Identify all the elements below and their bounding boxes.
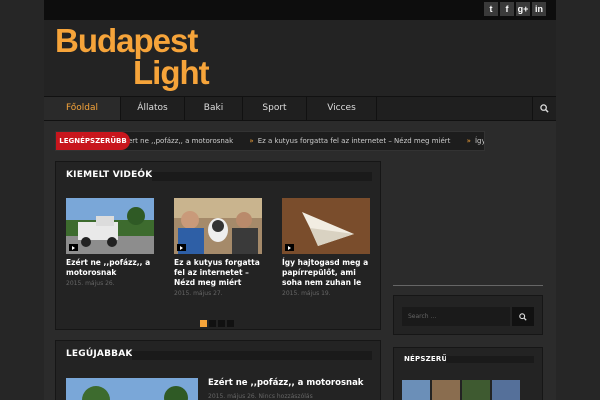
video-card[interactable]: Ez a kutyus forgatta fel az internetet –… xyxy=(174,198,262,297)
popular-title: NÉPSZERŰ xyxy=(404,355,448,363)
chevron-right-icon: » xyxy=(249,137,254,145)
site-header: Budapest Light xyxy=(44,20,556,96)
video-thumbnail[interactable] xyxy=(174,198,262,254)
featured-videos-title: KIEMELT VIDEÓK xyxy=(66,170,153,180)
ticker-item[interactable]: ert ne ,,pofázz,, a motorosnak xyxy=(128,137,233,145)
page: t f g+ in Budapest Light Főoldal Állatos… xyxy=(44,0,556,400)
chevron-right-icon: » xyxy=(466,137,471,145)
video-date: 2015. május 26. xyxy=(66,280,115,287)
nav-item-fooldal[interactable]: Főoldal xyxy=(44,97,121,120)
popular-thumbnail[interactable] xyxy=(402,380,430,400)
popular-thumbnail[interactable] xyxy=(462,380,490,400)
video-date: 2015. május 27. xyxy=(174,290,223,297)
nav-item-vicces[interactable]: Vicces xyxy=(307,97,377,120)
sidebar-search: Search ... xyxy=(393,295,543,335)
featured-videos-panel: KIEMELT VIDEÓK Ezért ne ,,pofázz,, a mot… xyxy=(55,161,381,330)
paper-plane-image xyxy=(282,198,370,254)
sidebar-search-button[interactable] xyxy=(512,307,534,326)
popular-panel: NÉPSZERŰ xyxy=(393,347,543,400)
carousel-dots xyxy=(200,320,234,327)
video-thumbnail[interactable] xyxy=(66,198,154,254)
video-title[interactable]: Ezért ne ,,pofázz,, a motorosnak xyxy=(66,258,154,278)
logo-line-1: Budapest xyxy=(55,22,198,59)
latest-item-meta: 2015. május 26. Nincs hozzászólás xyxy=(208,393,313,400)
latest-item-title[interactable]: Ezért ne ,,pofázz,, a motorosnak xyxy=(208,378,363,388)
ticker-item[interactable]: Így hajtoga xyxy=(475,137,484,145)
video-title[interactable]: Így hajtogasd meg a papírrepülőt, ami so… xyxy=(282,258,370,288)
popular-thumbnail[interactable] xyxy=(492,380,520,400)
google-plus-icon[interactable]: g+ xyxy=(516,2,530,16)
carousel-dot[interactable] xyxy=(200,320,207,327)
nav-search-button[interactable] xyxy=(532,97,556,120)
ticker-item[interactable]: Ez a kutyus forgatta fel az internetet –… xyxy=(258,137,451,145)
video-date: 2015. május 19. xyxy=(282,290,331,297)
ticker-track: ert ne ,,pofázz,, a motorosnak » Ez a kut… xyxy=(128,132,484,150)
news-ticker: LEGNÉPSZERŰBB ert ne ,,pofázz,, a motoro… xyxy=(55,131,485,151)
title-divider xyxy=(152,172,372,181)
facebook-icon[interactable]: f xyxy=(500,2,514,16)
car-scene-image xyxy=(66,198,154,254)
logo-line-2: Light xyxy=(133,54,210,91)
nav-item-sport[interactable]: Sport xyxy=(243,97,307,120)
site-logo[interactable]: Budapest Light xyxy=(55,24,215,92)
search-icon xyxy=(519,312,527,321)
nav-item-allatos[interactable]: Állatos xyxy=(121,97,185,120)
video-thumbnail[interactable] xyxy=(282,198,370,254)
latest-thumbnail[interactable] xyxy=(66,378,198,400)
carousel-dot[interactable] xyxy=(209,320,216,327)
ticker-badge: LEGNÉPSZERŰBB xyxy=(56,132,130,150)
popular-thumbnail[interactable] xyxy=(432,380,460,400)
play-icon xyxy=(285,244,294,251)
linkedin-icon[interactable]: in xyxy=(532,2,546,16)
latest-panel: LEGÚJABBAK Ezért ne ,,pofázz,, a motoros… xyxy=(55,340,381,400)
sidebar-search-input[interactable]: Search ... xyxy=(402,307,510,326)
search-icon xyxy=(540,104,549,113)
main-nav: Főoldal Állatos Baki Sport Vicces xyxy=(44,96,556,121)
sidebar-widget-area xyxy=(393,158,543,286)
play-icon xyxy=(69,244,78,251)
dog-selfie-image xyxy=(174,198,262,254)
top-bar: t f g+ in xyxy=(44,0,556,20)
latest-title: LEGÚJABBAK xyxy=(66,349,133,359)
car-scene-image xyxy=(66,378,198,400)
carousel-dot[interactable] xyxy=(227,320,234,327)
title-divider xyxy=(132,351,372,360)
twitter-icon[interactable]: t xyxy=(484,2,498,16)
video-card[interactable]: Így hajtogasd meg a papírrepülőt, ami so… xyxy=(282,198,370,297)
play-icon xyxy=(177,244,186,251)
video-card[interactable]: Ezért ne ,,pofázz,, a motorosnak 2015. m… xyxy=(66,198,154,287)
title-divider xyxy=(446,356,534,363)
nav-item-baki[interactable]: Baki xyxy=(185,97,243,120)
social-links: t f g+ in xyxy=(484,2,546,16)
carousel-dot[interactable] xyxy=(218,320,225,327)
video-title[interactable]: Ez a kutyus forgatta fel az internetet –… xyxy=(174,258,262,288)
